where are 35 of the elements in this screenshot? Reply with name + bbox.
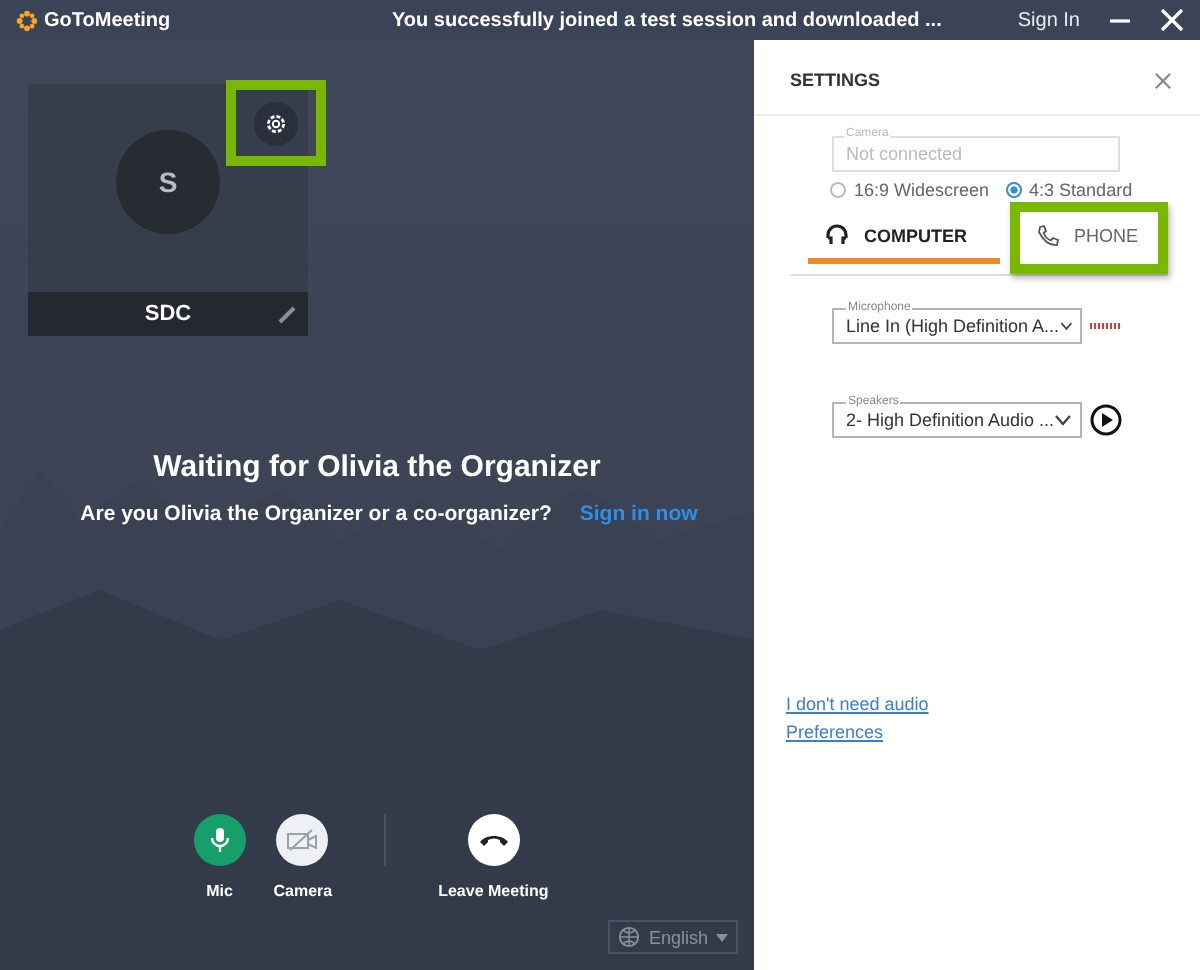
settings-title: SETTINGS: [789, 70, 880, 90]
logo-icon: [16, 9, 38, 31]
app-logo: GoToMeeting: [44, 9, 171, 31]
globe-icon: [618, 926, 641, 948]
phone-tab[interactable]: PHONE: [1019, 212, 1158, 264]
mic-button[interactable]: [193, 814, 246, 866]
caret-icon: [715, 933, 728, 941]
headset-icon: [823, 222, 850, 248]
organizer-question: Are you Olivia the Organizer or a co-organizer?: [80, 502, 552, 526]
mic-label: Mic: [206, 882, 233, 900]
aspect-radio[interactable]: 16:9 Widescreen: [829, 180, 990, 200]
leave-label: Leave Meeting: [438, 882, 549, 900]
play-icon[interactable]: [1089, 404, 1122, 436]
phone-icon: [1035, 223, 1060, 247]
audio-link[interactable]: Preferences: [785, 722, 1168, 742]
avatar: S: [116, 130, 220, 234]
participant-name: SDC: [144, 302, 192, 326]
chevron-icon: [1059, 320, 1072, 332]
camera-off-icon: [286, 828, 319, 852]
hang-up-icon: [477, 832, 510, 848]
leave-button[interactable]: [467, 814, 520, 866]
audio-link[interactable]: I don't need audio: [785, 694, 1168, 714]
waiting-heading: Waiting for Olivia the Organizer: [153, 450, 601, 484]
language-dropdown[interactable]: English: [608, 920, 738, 954]
camera-label: Camera: [273, 882, 333, 900]
settings-icon: [264, 111, 288, 135]
sign-in-link[interactable]: Sign In: [1017, 9, 1080, 31]
notification-message: You successfully joined a test session and downloaded ...: [389, 9, 944, 31]
aspect-radio[interactable]: 4:3 Standard: [1005, 180, 1133, 200]
settings-button[interactable]: [254, 101, 298, 145]
pencil-icon[interactable]: [278, 304, 298, 324]
microphone-icon: [207, 826, 232, 854]
chevron-icon: [1054, 414, 1072, 426]
mic-level-meter: [1089, 322, 1122, 330]
camera-button[interactable]: [276, 814, 329, 866]
